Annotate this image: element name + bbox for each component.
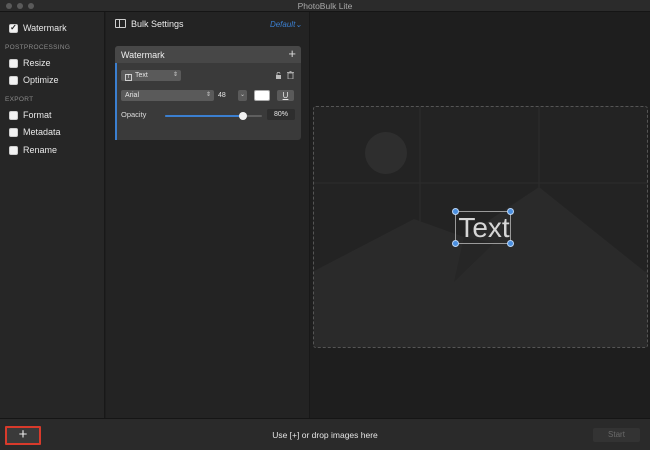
sidebar-item-watermark[interactable]: ✓ Watermark: [9, 23, 67, 33]
settings-header: Bulk Settings Default⌄: [106, 12, 310, 38]
add-watermark-button[interactable]: +: [288, 46, 296, 62]
watermark-type-select[interactable]: T Text ⇕: [121, 70, 181, 81]
color-swatch[interactable]: [254, 90, 270, 101]
text-type-icon: T: [125, 74, 132, 81]
font-size-field[interactable]: 48: [218, 90, 235, 101]
checkbox-icon[interactable]: [9, 145, 18, 155]
image-drop-zone[interactable]: Text: [313, 106, 648, 348]
sidebar-item-metadata[interactable]: Metadata: [9, 127, 61, 137]
font-size-dropdown[interactable]: ⌄: [238, 90, 247, 101]
drop-hint: Use [+] or drop images here: [272, 430, 378, 440]
watermark-card-header: Watermark +: [115, 46, 301, 63]
resize-handle-top-right[interactable]: [507, 208, 514, 215]
sidebar: ✓ Watermark POSTPROCESSING Resize Optimi…: [0, 12, 105, 418]
sidebar-item-optimize[interactable]: Optimize: [9, 75, 59, 85]
opacity-value-field[interactable]: 80%: [267, 109, 295, 120]
checkbox-icon[interactable]: [9, 58, 18, 68]
chevron-down-icon: ⌄: [295, 20, 302, 29]
resize-handle-top-left[interactable]: [452, 208, 459, 215]
chevron-down-icon: ⌄: [239, 92, 246, 98]
opacity-label: Opacity: [121, 110, 147, 119]
trash-icon[interactable]: [287, 71, 294, 79]
bottom-bar: + Use [+] or drop images here Start: [0, 418, 650, 450]
chevron-updown-icon: ⇕: [172, 72, 178, 78]
watermark-text-box[interactable]: Text: [452, 208, 514, 247]
resize-handle-bottom-left[interactable]: [452, 240, 459, 247]
window-title: PhotoBulk Lite: [297, 1, 353, 11]
sidebar-toggle-icon[interactable]: [115, 19, 126, 28]
checkbox-icon[interactable]: [9, 75, 18, 85]
sidebar-item-label: Format: [23, 110, 52, 120]
sidebar-item-format[interactable]: Format: [9, 110, 52, 120]
preset-dropdown[interactable]: Default⌄: [270, 20, 302, 29]
sidebar-item-label: Resize: [23, 58, 51, 68]
sidebar-item-resize[interactable]: Resize: [9, 58, 51, 68]
underline-button[interactable]: U: [277, 90, 294, 101]
sidebar-item-rename[interactable]: Rename: [9, 145, 57, 155]
watermark-card-title: Watermark: [121, 50, 165, 60]
chevron-updown-icon: ⇕: [205, 92, 211, 98]
opacity-slider[interactable]: [165, 112, 262, 120]
watermark-card: Watermark + T Text ⇕ Arial ⇕ 48 ⌄ U Opaci…: [115, 46, 301, 140]
plus-icon: +: [288, 46, 296, 61]
opacity-slider-fill: [165, 115, 243, 117]
settings-title: Bulk Settings: [131, 19, 184, 29]
start-button[interactable]: Start: [593, 428, 640, 442]
resize-handle-bottom-right[interactable]: [507, 240, 514, 247]
sidebar-item-label: Metadata: [23, 127, 61, 137]
section-label-export: EXPORT: [5, 96, 34, 103]
preset-label: Default: [269, 20, 296, 29]
opacity-slider-thumb[interactable]: [238, 112, 247, 120]
sidebar-item-label: Watermark: [23, 23, 67, 33]
sidebar-item-label: Rename: [23, 145, 58, 155]
checkbox-icon[interactable]: [9, 127, 18, 137]
checkbox-icon[interactable]: [9, 110, 18, 120]
section-label-postprocessing: POSTPROCESSING: [5, 44, 71, 51]
font-select-value: Arial: [125, 92, 140, 99]
preview-area: Text: [311, 12, 650, 418]
selected-accent-bar: [115, 63, 117, 140]
title-bar: PhotoBulk Lite: [0, 0, 650, 12]
watermark-preview-text: Text: [458, 212, 510, 243]
settings-panel: Bulk Settings Default⌄ Watermark + T Text…: [106, 12, 310, 418]
type-select-value: Text: [135, 72, 148, 79]
sidebar-item-label: Optimize: [23, 75, 59, 85]
font-select[interactable]: Arial ⇕: [121, 90, 214, 101]
lock-icon[interactable]: [275, 72, 282, 79]
checkbox-checked-icon[interactable]: ✓: [9, 23, 18, 33]
